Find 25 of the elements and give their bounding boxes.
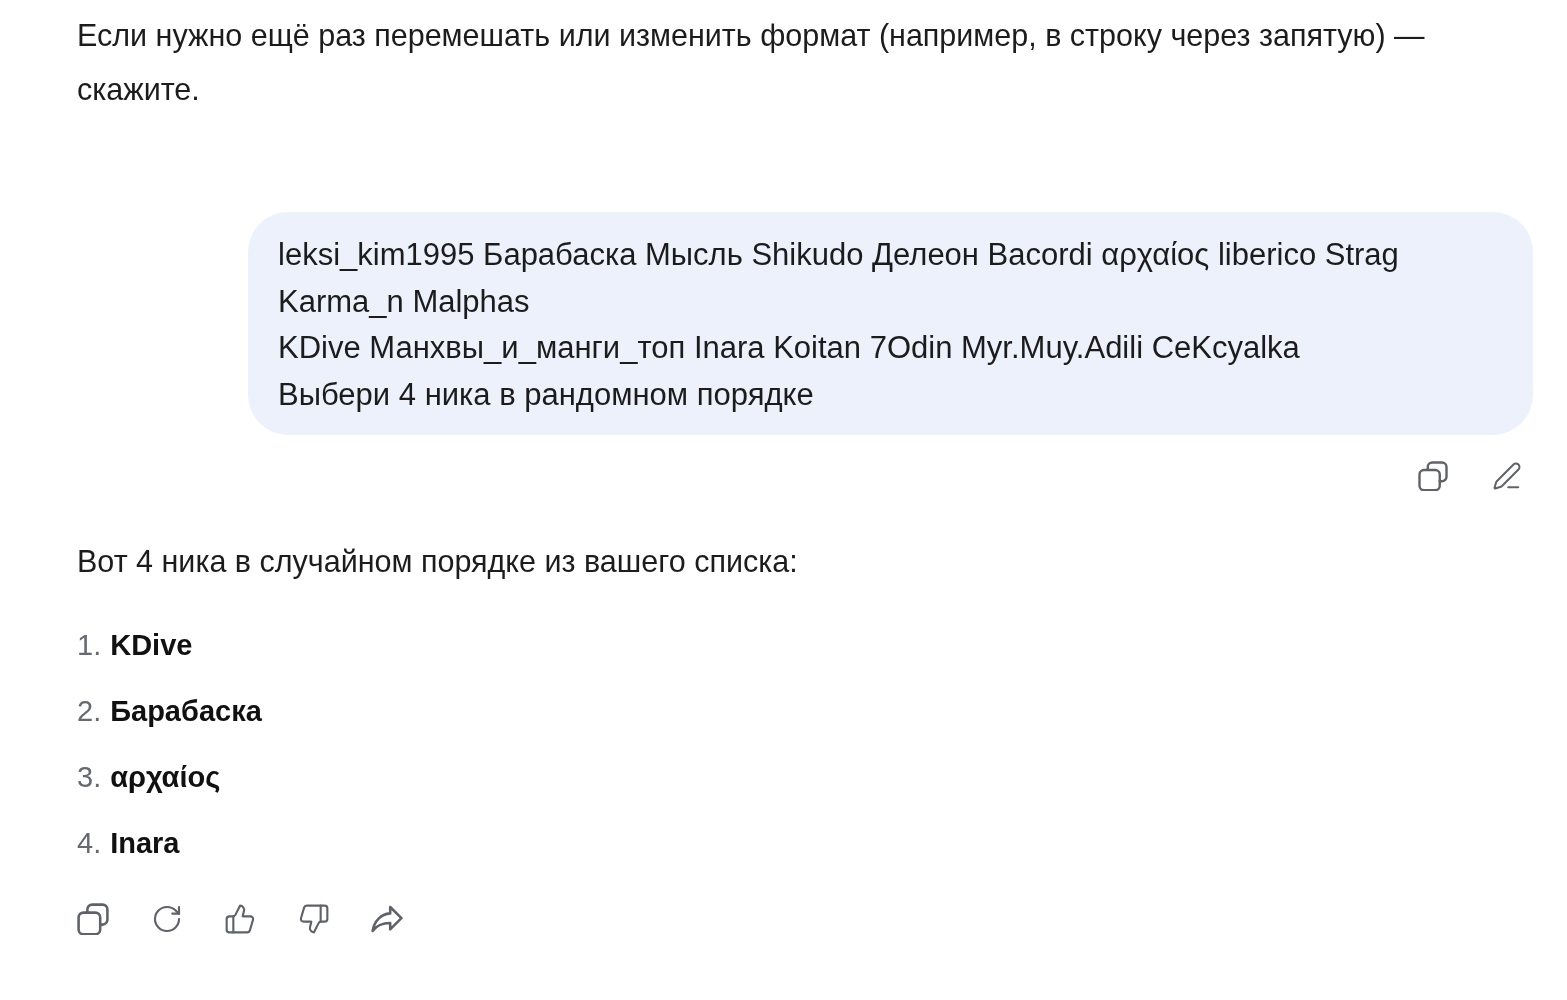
nickname: Inara	[110, 826, 180, 861]
message-line: leksi_kim1995 Барабаска Мысль Shikudo Делеон Bacordi αρχαίος liberico Strag Karma_n Malphas	[278, 236, 1400, 321]
list-number: 4.	[77, 826, 102, 861]
message-line: Выбери 4 ника в рандомном порядке	[278, 375, 815, 414]
message-line: KDive Манхвы_и_манги_топ Inara Koitan 7Odin Myr.Muy.Adili CeKcyalka	[278, 329, 1301, 367]
list-number: 3.	[77, 760, 102, 795]
list-number: 1.	[77, 628, 102, 663]
thumbs-down-icon	[297, 903, 330, 935]
copy-button[interactable]	[77, 903, 109, 935]
thumbs-up-button[interactable]	[224, 903, 256, 935]
thumbs-down-button[interactable]	[297, 903, 330, 935]
nickname: αρχαίος	[110, 760, 221, 795]
edit-icon	[1492, 461, 1522, 491]
nickname: Барабаска	[110, 694, 262, 729]
share-button[interactable]	[371, 903, 403, 935]
thumbs-up-icon	[224, 903, 256, 935]
reply-intro: Вот 4 ника в случайном порядке из вашего списка:	[77, 543, 799, 581]
nickname: KDive	[110, 628, 193, 663]
copy-icon	[1418, 461, 1448, 491]
copy-icon	[77, 903, 109, 935]
reply-text: Если нужно ещё раз перемешать или изменить формат (например, в строку через запятую) — скажите.	[77, 17, 1426, 108]
copy-button[interactable]	[1418, 461, 1448, 491]
share-icon	[371, 903, 403, 935]
edit-button[interactable]	[1492, 461, 1522, 491]
list-number: 2.	[77, 694, 102, 729]
